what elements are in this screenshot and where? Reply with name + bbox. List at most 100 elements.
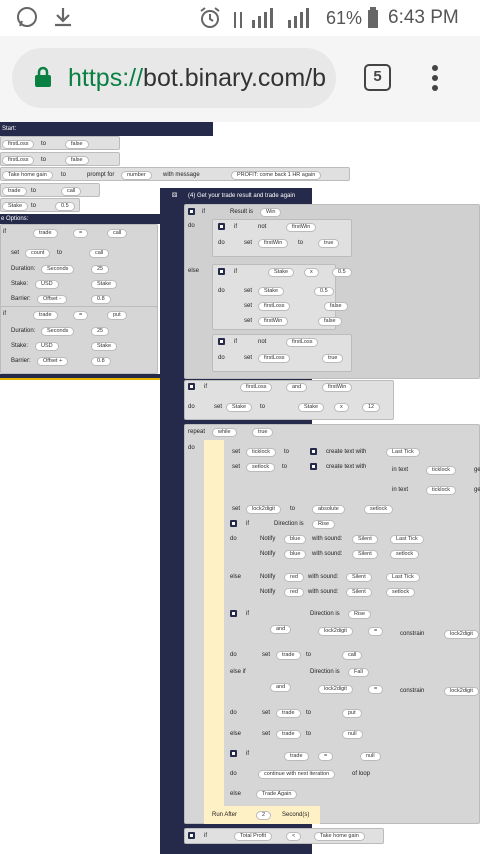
stake-var[interactable]: Stake xyxy=(91,342,118,351)
null-value[interactable]: null xyxy=(360,752,381,761)
eq-op[interactable]: = xyxy=(318,752,334,761)
var-field[interactable]: Take home gain xyxy=(2,171,53,180)
var-field[interactable]: firstLoss xyxy=(2,156,35,165)
run-after-value[interactable]: 2 xyxy=(256,811,272,820)
rise-field[interactable]: Rise xyxy=(312,520,336,529)
true-field[interactable]: true xyxy=(318,239,340,248)
lock2digit-var[interactable]: lock2digit xyxy=(318,627,353,636)
last-tick-field[interactable]: Last Tick xyxy=(386,573,420,582)
value-field[interactable]: false xyxy=(65,140,89,149)
trade-var[interactable]: trade xyxy=(284,752,309,761)
gear-icon[interactable] xyxy=(218,338,225,345)
eq-op[interactable]: = xyxy=(368,685,384,694)
currency-field[interactable]: USD xyxy=(35,342,59,351)
var-field[interactable]: firstLoss xyxy=(2,140,35,149)
value-field[interactable]: 0.5 xyxy=(332,268,352,277)
if-not-block[interactable] xyxy=(212,219,352,257)
sound-field[interactable]: Silent xyxy=(346,588,372,597)
menu-icon[interactable] xyxy=(430,64,440,92)
value-field[interactable]: 0.5 xyxy=(314,287,334,296)
firstWin-var[interactable]: firstWin xyxy=(286,223,317,232)
absolute-field[interactable]: absolute xyxy=(312,505,345,514)
and-op[interactable]: and xyxy=(270,683,292,692)
stake-var[interactable]: Stake xyxy=(268,268,295,277)
left-if-block-put[interactable]: if trade = put Duration: Seconds 25 Stak… xyxy=(0,306,158,374)
barrier-value[interactable]: 0.8 xyxy=(91,295,111,304)
op-field[interactable]: x xyxy=(304,268,319,277)
message-field[interactable]: PROFIT: come back 1 HR again xyxy=(231,171,322,180)
gear-icon[interactable] xyxy=(230,610,237,617)
trade-var[interactable]: trade xyxy=(276,730,301,739)
call-value[interactable]: call xyxy=(107,229,128,238)
firstWin-var[interactable]: firstWin xyxy=(258,317,289,326)
null-value[interactable]: null xyxy=(342,730,363,739)
trade-var[interactable]: trade xyxy=(33,311,58,320)
total-profit-field[interactable]: Total Profit xyxy=(234,832,272,841)
stake-var[interactable]: Stake xyxy=(91,280,118,289)
continue-field[interactable]: continue with next iteration xyxy=(258,770,336,779)
firstLoss-var[interactable]: firstLoss xyxy=(286,338,319,347)
value-field[interactable]: 0.5 xyxy=(55,202,75,211)
trade-var[interactable]: trade xyxy=(276,709,301,718)
true-field[interactable]: true xyxy=(252,428,274,437)
currency-field[interactable]: USD xyxy=(35,280,59,289)
and-op[interactable]: and xyxy=(286,383,308,392)
start-row[interactable]: trade to call xyxy=(0,183,100,197)
color-field[interactable]: blue xyxy=(284,550,307,559)
gear-icon[interactable] xyxy=(230,520,237,527)
barrier-value[interactable]: 0.8 xyxy=(91,357,111,366)
start-row[interactable]: firstLoss to false xyxy=(0,136,120,150)
value-field[interactable]: 12 xyxy=(362,403,381,412)
value-field[interactable]: call xyxy=(61,187,82,196)
seconds-field[interactable]: Seconds xyxy=(41,327,75,336)
ticklock-var[interactable]: ticklock xyxy=(426,486,457,495)
if-not-loss-block[interactable] xyxy=(212,334,352,372)
duration-value[interactable]: 25 xyxy=(91,265,110,274)
call-value[interactable]: call xyxy=(89,249,110,258)
lock2digit-var[interactable]: lock2digit xyxy=(444,630,479,639)
stake-var[interactable]: Stake xyxy=(258,287,285,296)
eq-op[interactable]: = xyxy=(368,627,384,636)
false-field[interactable]: false xyxy=(318,317,342,326)
op-field[interactable]: x xyxy=(334,403,349,412)
sound-field[interactable]: Silent xyxy=(352,535,378,544)
setlock-var[interactable]: setlock xyxy=(386,588,416,597)
lock2digit-var[interactable]: lock2digit xyxy=(318,685,353,694)
stake-var[interactable]: Stake xyxy=(226,403,253,412)
trade-again-button[interactable]: Trade Again xyxy=(256,790,298,799)
var-field[interactable]: Stake xyxy=(2,202,29,211)
gear-icon[interactable] xyxy=(310,448,317,455)
put-value[interactable]: put xyxy=(342,709,362,718)
trade-var[interactable]: trade xyxy=(276,651,301,660)
count-var[interactable]: count xyxy=(25,249,51,258)
trade-var[interactable]: trade xyxy=(33,229,58,238)
address-bar[interactable]: https://bot.binary.com/b xyxy=(12,48,336,108)
true-field[interactable]: true xyxy=(322,354,344,363)
gear-icon[interactable] xyxy=(218,223,225,230)
last-tick-field[interactable]: Last Tick xyxy=(390,535,424,544)
call-value[interactable]: call xyxy=(342,651,363,660)
firstWin-var[interactable]: firstWin xyxy=(322,383,353,392)
color-field[interactable]: blue xyxy=(284,535,307,544)
fall-field[interactable]: Fall xyxy=(348,668,369,677)
blockly-workspace[interactable]: Start: firstLoss to false firstLoss to false… xyxy=(0,122,480,854)
tab-switcher-button[interactable]: 5 xyxy=(364,64,391,91)
start-row[interactable]: firstLoss to false xyxy=(0,152,120,166)
value-field[interactable]: false xyxy=(65,156,89,165)
gear-icon[interactable] xyxy=(188,383,195,390)
offset-field[interactable]: Offset - xyxy=(37,295,67,304)
sound-field[interactable]: Silent xyxy=(352,550,378,559)
firstLoss-var[interactable]: firstLoss xyxy=(240,383,273,392)
stake-var[interactable]: Stake xyxy=(298,403,325,412)
setlock-var[interactable]: setlock xyxy=(390,550,420,559)
take-home-var[interactable]: Take home gain xyxy=(314,832,365,841)
lock2digit-var[interactable]: lock2digit xyxy=(246,505,281,514)
repeat-while-block[interactable] xyxy=(184,424,480,824)
gear-icon[interactable] xyxy=(188,208,195,215)
gear-icon[interactable] xyxy=(310,463,317,470)
gear-icon[interactable] xyxy=(188,832,195,839)
ticklock-var[interactable]: ticklock xyxy=(426,466,457,475)
setlock-var[interactable]: setlock xyxy=(246,463,276,472)
gear-icon[interactable] xyxy=(218,268,225,275)
seconds-field[interactable]: Seconds xyxy=(41,265,75,274)
